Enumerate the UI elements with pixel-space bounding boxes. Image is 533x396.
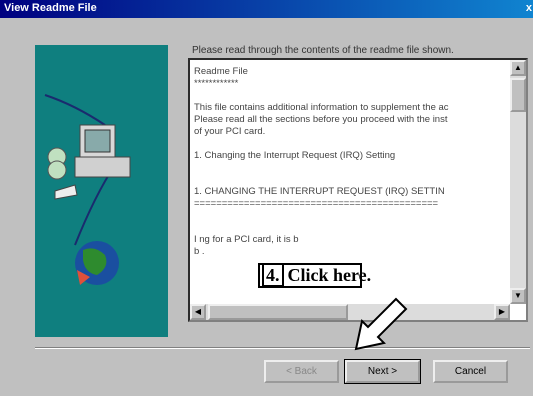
scroll-left-icon[interactable]: ◀ [190, 304, 206, 320]
readme-line [194, 174, 506, 186]
readme-line: Readme File [194, 66, 248, 77]
cancel-button[interactable]: Cancel [433, 360, 508, 383]
window-title: View Readme File [4, 2, 97, 14]
computer-globe-illustration [44, 94, 131, 285]
title-bar: View Readme File x [0, 0, 533, 18]
readme-line [194, 162, 506, 174]
readme-line: b . [194, 246, 205, 257]
callout-text: Click here. [287, 265, 372, 285]
readme-line: ************ [194, 78, 239, 89]
scroll-down-icon[interactable]: ▼ [510, 288, 526, 304]
readme-line: 1. CHANGING THE INTERRUPT REQUEST (IRQ) … [194, 186, 445, 197]
close-icon[interactable]: x [518, 1, 532, 16]
readme-line: ========================================… [194, 198, 439, 209]
wizard-illustration [35, 45, 168, 337]
scroll-up-icon[interactable]: ▲ [510, 60, 526, 76]
instruction-text: Please read through the contents of the … [192, 45, 454, 56]
readme-line [194, 222, 506, 234]
back-button[interactable]: < Back [264, 360, 339, 383]
readme-line [194, 90, 506, 102]
pointer-arrow-icon [354, 297, 408, 351]
scroll-thumb[interactable] [510, 78, 526, 112]
readme-line: 1. Changing the Interrupt Request (IRQ) … [194, 150, 396, 161]
readme-line: Please read all the sections before you … [194, 114, 448, 125]
readme-content: Readme File ************ This file conta… [194, 66, 506, 258]
scroll-right-icon[interactable]: ▶ [494, 304, 510, 320]
readme-line [194, 210, 506, 222]
readme-line: I ng for a PCI card, it is b [194, 234, 299, 245]
readme-line [194, 138, 506, 150]
next-button[interactable]: Next > [344, 359, 421, 384]
instruction-callout: 4. Click here. [258, 263, 371, 288]
readme-line: of your PCI card. [194, 126, 266, 137]
vertical-scrollbar[interactable]: ▲ ▼ [510, 60, 526, 304]
scroll-thumb-horizontal[interactable] [208, 304, 348, 320]
readme-line: This file contains additional informatio… [194, 102, 449, 113]
callout-step-number: 4. [262, 263, 284, 287]
divider [35, 347, 530, 349]
